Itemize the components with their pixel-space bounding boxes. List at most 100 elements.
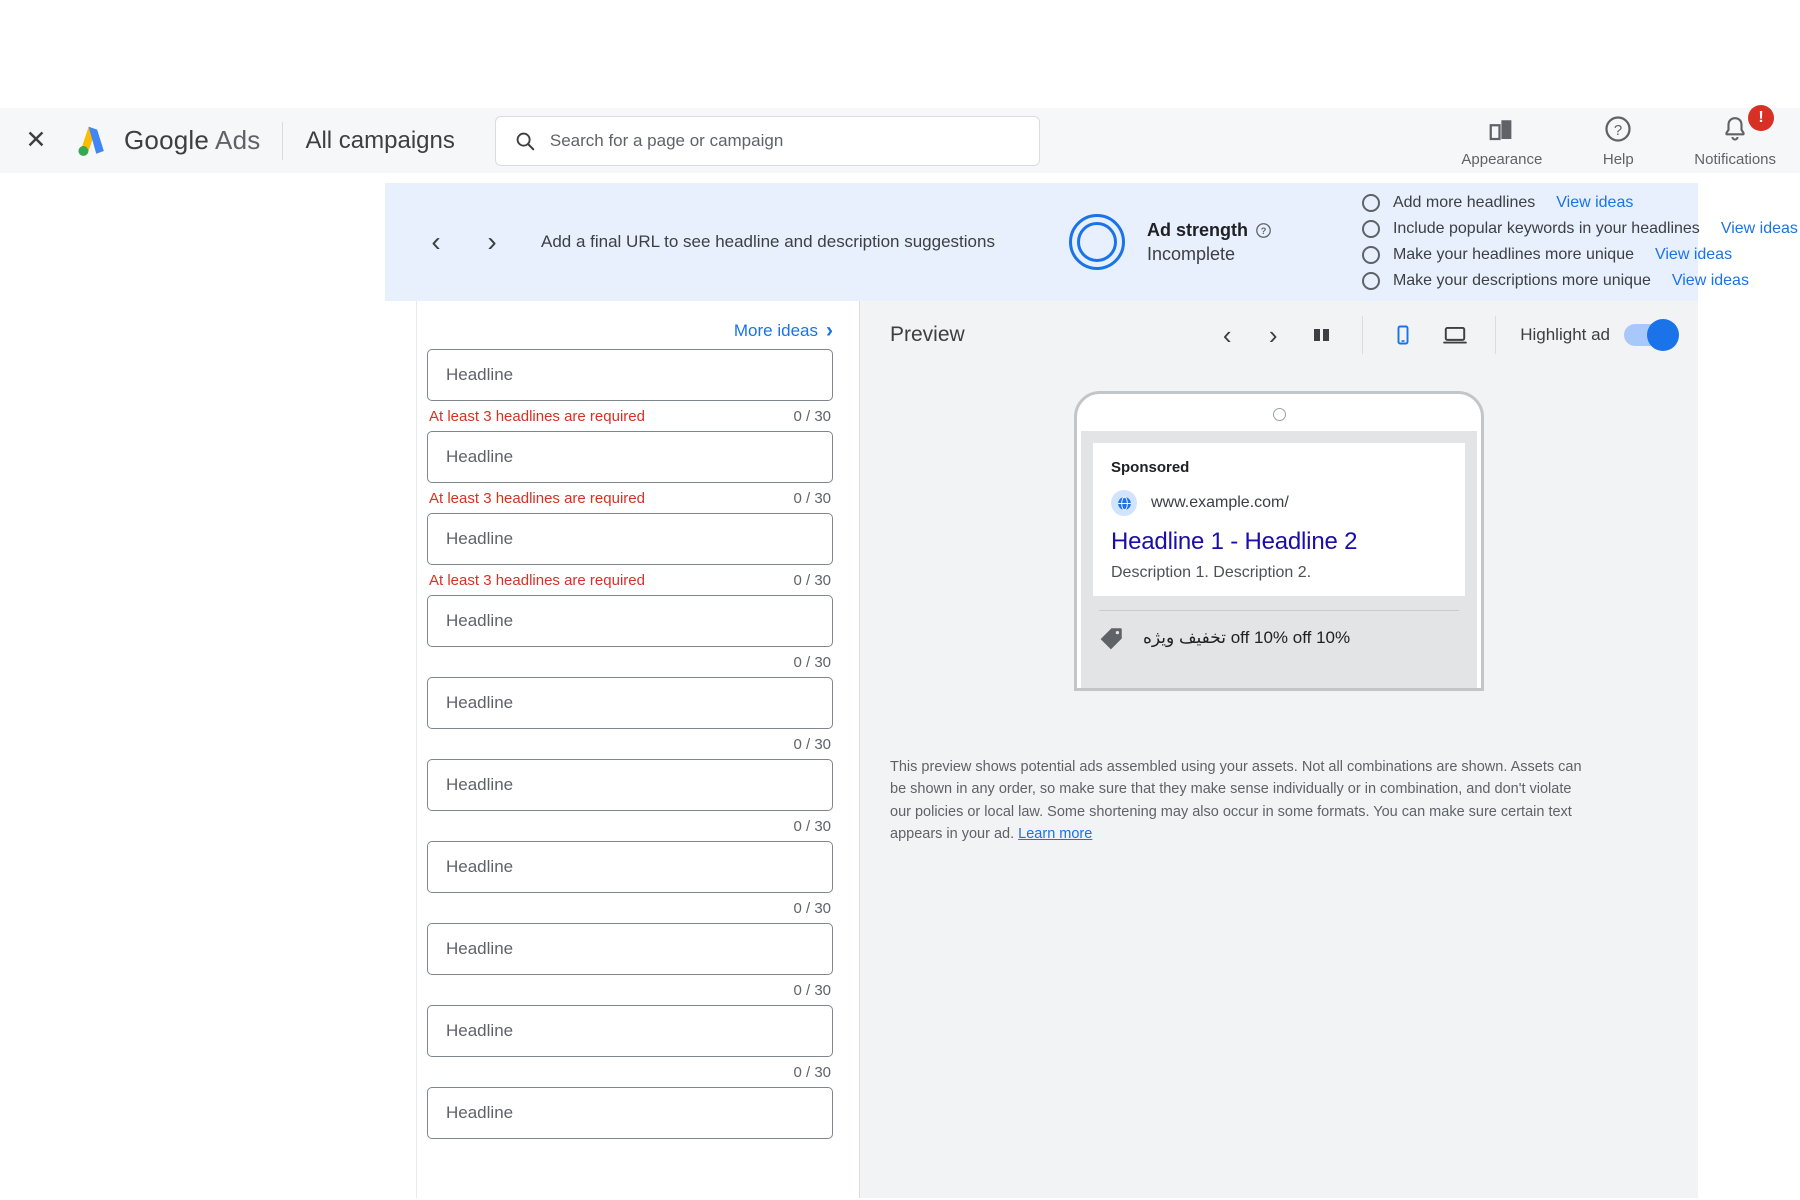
ad-strength-title-row: Ad strength ? [1147, 220, 1272, 241]
headline-input-box[interactable] [427, 1087, 833, 1139]
headline-counter: 0 / 30 [793, 572, 831, 589]
google-ads-app-window: ✕ Google Ads All campaigns [0, 108, 1800, 1090]
learn-more-link[interactable]: Learn more [1018, 826, 1092, 842]
bell-icon [1720, 114, 1750, 144]
brand-logo[interactable]: Google Ads [72, 124, 260, 157]
headline-field-row: 0 / 30 [427, 595, 833, 671]
suggestion-radio-icon[interactable] [1362, 272, 1380, 290]
highlight-ad-toggle[interactable] [1624, 324, 1676, 346]
headline-input[interactable] [446, 1103, 814, 1123]
headline-input-box[interactable] [427, 923, 833, 975]
banner-prev-button[interactable]: ‹ [423, 226, 449, 258]
suggestion-radio-icon[interactable] [1362, 194, 1380, 212]
headline-input-box[interactable] [427, 759, 833, 811]
suggestion-item: Include popular keywords in your headlin… [1362, 220, 1798, 238]
help-label: Help [1603, 151, 1634, 168]
appearance-button[interactable]: Appearance [1461, 114, 1542, 168]
suggestion-label: Make your headlines more unique [1393, 246, 1634, 264]
headline-input-box[interactable] [427, 513, 833, 565]
headline-input-box[interactable] [427, 1005, 833, 1057]
split-view-icon[interactable] [1296, 313, 1348, 357]
top-navigation-bar: ✕ Google Ads All campaigns [0, 108, 1800, 173]
preview-toolbar: Preview ‹ › [860, 301, 1698, 369]
headline-counter: 0 / 30 [793, 818, 831, 835]
svg-text:?: ? [1261, 225, 1267, 235]
ad-strength-text: Ad strength ? Incomplete [1147, 220, 1272, 265]
suggestion-item: Add more headlines View ideas [1362, 194, 1798, 212]
globe-icon [1111, 490, 1137, 516]
search-input[interactable] [550, 131, 1021, 151]
appearance-icon [1487, 114, 1517, 144]
ad-display-url: www.example.com/ [1151, 494, 1289, 512]
headline-input-box[interactable] [427, 841, 833, 893]
panel-rail [416, 301, 417, 1198]
suggestion-item: Make your headlines more unique View ide… [1362, 246, 1798, 264]
headline-input[interactable] [446, 529, 814, 549]
headline-input-box[interactable] [427, 349, 833, 401]
view-ideas-link[interactable]: View ideas [1556, 194, 1633, 212]
ad-strength-value: Incomplete [1147, 244, 1272, 265]
sponsored-label: Sponsored [1111, 459, 1447, 476]
headline-input[interactable] [446, 611, 814, 631]
ad-strength-ring-inner [1077, 222, 1117, 262]
headline-input[interactable] [446, 365, 814, 385]
headline-field-row [427, 1087, 833, 1139]
headline-meta: 0 / 30 [427, 729, 833, 753]
banner-next-button[interactable]: › [479, 226, 505, 258]
preview-disclaimer: This preview shows potential ads assembl… [890, 756, 1590, 846]
more-ideas-button[interactable]: More ideas › [385, 301, 859, 349]
suggestion-label: Make your descriptions more unique [1393, 272, 1651, 290]
search-icon [514, 130, 536, 152]
tag-icon [1099, 625, 1125, 651]
headline-input[interactable] [446, 693, 814, 713]
headline-meta: 0 / 30 [427, 975, 833, 999]
preview-next-button[interactable]: › [1250, 320, 1296, 351]
headline-input[interactable] [446, 1021, 814, 1041]
headline-field-row: At least 3 headlines are required 0 / 30 [427, 431, 833, 507]
phone-screen: Sponsored www.example.com/ [1081, 431, 1477, 691]
mobile-icon[interactable] [1377, 313, 1429, 357]
headline-input[interactable] [446, 775, 814, 795]
google-ads-logo-icon [72, 124, 110, 157]
ad-strength-ring-icon [1069, 214, 1125, 270]
ad-description-text: Description 1. Description 2. [1111, 564, 1447, 582]
desktop-icon[interactable] [1429, 313, 1481, 357]
suggestion-radio-icon[interactable] [1362, 246, 1380, 264]
search-bar[interactable] [495, 116, 1040, 166]
suggestion-label: Add more headlines [1393, 194, 1535, 212]
notifications-button[interactable]: ! Notifications [1694, 114, 1776, 168]
highlight-ad-control: Highlight ad [1520, 324, 1676, 346]
headline-input[interactable] [446, 857, 814, 877]
preview-prev-button[interactable]: ‹ [1204, 320, 1250, 351]
ad-headline-link[interactable]: Headline 1 - Headline 2 [1111, 528, 1447, 556]
headline-counter: 0 / 30 [793, 408, 831, 425]
ad-url-row: www.example.com/ [1111, 490, 1447, 516]
headline-input-box[interactable] [427, 595, 833, 647]
headline-field-row: 0 / 30 [427, 677, 833, 753]
help-circle-icon[interactable]: ? [1255, 222, 1272, 239]
view-ideas-link[interactable]: View ideas [1721, 220, 1798, 238]
headline-input[interactable] [446, 939, 814, 959]
headline-meta: 0 / 30 [427, 1057, 833, 1081]
account-selector[interactable]: All campaigns [305, 127, 454, 155]
headline-field-row: 0 / 30 [427, 1005, 833, 1081]
view-ideas-link[interactable]: View ideas [1672, 272, 1749, 290]
headline-input-box[interactable] [427, 431, 833, 483]
headline-input-box[interactable] [427, 677, 833, 729]
banner-message: Add a final URL to see headline and desc… [541, 232, 995, 252]
view-ideas-link[interactable]: View ideas [1655, 246, 1732, 264]
top-bar-actions: Appearance ? Help ! Notifications [1461, 114, 1800, 168]
banner-navigation: ‹ › [423, 226, 505, 258]
suggestion-radio-icon[interactable] [1362, 220, 1380, 238]
close-icon[interactable]: ✕ [22, 127, 50, 155]
headline-input[interactable] [446, 447, 814, 467]
appearance-label: Appearance [1461, 151, 1542, 168]
ad-strength-suggestions: Add more headlines View ideas Include po… [1362, 194, 1798, 290]
headline-error: At least 3 headlines are required [429, 408, 645, 425]
headline-error: At least 3 headlines are required [429, 490, 645, 507]
suggestion-label: Include popular keywords in your headlin… [1393, 220, 1700, 238]
ad-strength-indicator: Ad strength ? Incomplete [1069, 214, 1272, 270]
help-button[interactable]: ? Help [1588, 114, 1648, 168]
headline-counter: 0 / 30 [793, 900, 831, 917]
brand-ads: Ads [215, 125, 260, 155]
